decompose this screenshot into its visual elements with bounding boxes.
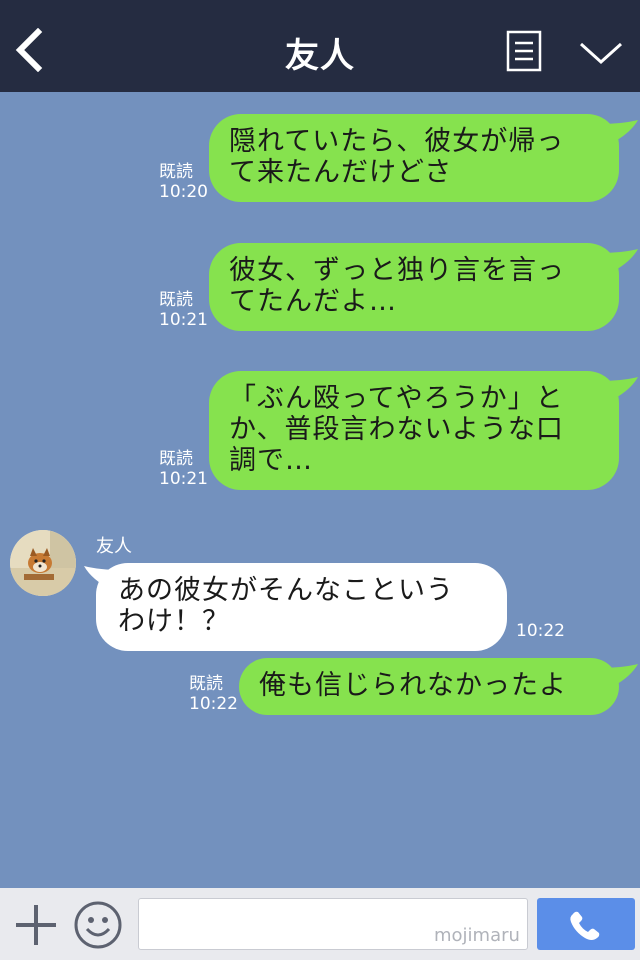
- my-message-bubble[interactable]: 隠れていたら、彼女が帰っ て来たんだけどさ: [209, 114, 619, 202]
- bubble-tail: [600, 249, 638, 273]
- emoji-button[interactable]: [73, 900, 123, 950]
- call-button[interactable]: [537, 898, 635, 950]
- friend-name: 友人: [96, 536, 132, 557]
- add-attachment-button[interactable]: [14, 903, 58, 947]
- read-receipt: 既読: [159, 449, 193, 469]
- message-text-line: あの彼女がそんなこという: [118, 575, 454, 606]
- phone-icon: [570, 911, 600, 940]
- message-text-line: 「ぶん殴ってやろうか」と: [229, 383, 564, 414]
- message-meta: 既読 10:22: [189, 674, 238, 714]
- read-receipt: 既読: [189, 674, 223, 694]
- collapse-menu-button[interactable]: [578, 38, 624, 68]
- message-text-line: 隠れていたら、彼女が帰っ: [229, 126, 565, 157]
- message-time: 10:21: [159, 469, 208, 489]
- read-receipt: 既読: [159, 162, 193, 182]
- bubble-tail: [600, 120, 638, 144]
- friend-message-bubble[interactable]: あの彼女がそんなこという わけ！？: [96, 563, 507, 651]
- message-text-line: 彼女、ずっと独り言を言っ: [229, 255, 565, 286]
- message-time: 10:22: [516, 621, 565, 641]
- my-message-bubble[interactable]: 彼女、ずっと独り言を言っ てたんだよ…: [209, 243, 619, 331]
- chat-header: 友人: [0, 0, 640, 92]
- input-bar: mojimaru: [0, 888, 640, 960]
- read-receipt: 既読: [159, 290, 193, 310]
- message-text-line: か、普段言わないような口: [229, 414, 564, 445]
- friend-avatar[interactable]: [10, 530, 76, 596]
- message-text-line: てたんだよ…: [229, 286, 397, 317]
- message-text-line: 俺も信じられなかったよ: [259, 670, 567, 701]
- message-text-line: 調で…: [229, 445, 313, 476]
- message-time: 10:21: [159, 310, 208, 330]
- chevron-down-icon: [579, 42, 623, 65]
- my-message-bubble[interactable]: 「ぶん殴ってやろうか」と か、普段言わないような口 調で…: [209, 371, 619, 490]
- message-text-line: て来たんだけどさ: [229, 157, 453, 188]
- chat-title: 友人: [285, 36, 355, 76]
- message-time: 10:22: [189, 694, 238, 714]
- message-meta: 既読 10:20: [159, 162, 208, 202]
- my-message-bubble[interactable]: 俺も信じられなかったよ: [239, 658, 619, 715]
- message-meta: 既読 10:21: [159, 290, 208, 330]
- plus-icon: [16, 905, 56, 945]
- message-time: 10:20: [159, 182, 208, 202]
- bubble-tail: [600, 377, 638, 401]
- dog-photo-icon: [10, 530, 76, 596]
- bubble-tail: [600, 664, 638, 688]
- watermark: mojimaru: [434, 925, 520, 946]
- notes-icon: [506, 30, 542, 72]
- message-text-line: わけ！？: [118, 606, 230, 637]
- message-meta: 既読 10:21: [159, 449, 208, 489]
- smiley-icon: [74, 901, 122, 949]
- notes-button[interactable]: [506, 30, 542, 72]
